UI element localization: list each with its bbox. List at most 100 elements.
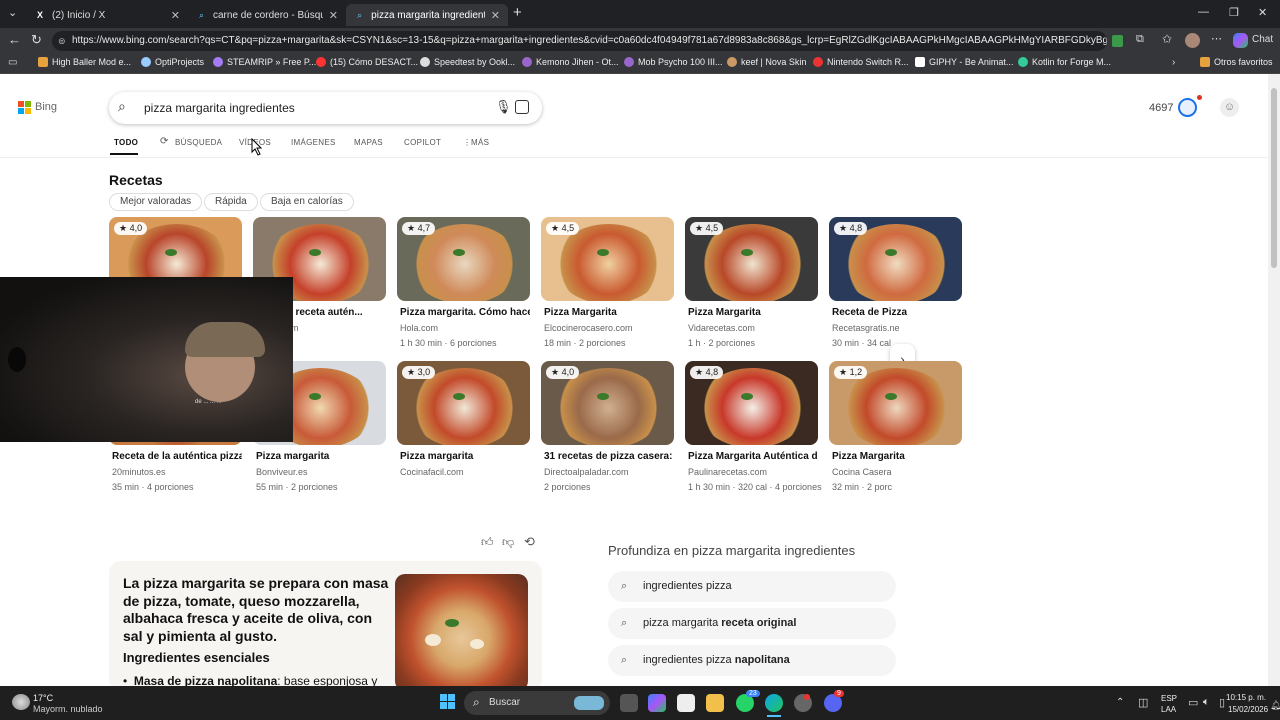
file-explorer-icon[interactable]: [706, 694, 724, 712]
recipe-card[interactable]: ★ 4,7 Pizza margarita. Cómo hace... Hola.c…: [397, 217, 530, 348]
recipe-image[interactable]: ★ 4,5: [541, 217, 674, 301]
tab-mas[interactable]: MÁS: [471, 138, 489, 147]
profile-avatar[interactable]: [1185, 33, 1200, 48]
new-tab-button[interactable]: +: [513, 4, 522, 21]
bookmark-item[interactable]: Mob Psycho 100 III...: [624, 57, 723, 67]
close-icon[interactable]: ✕: [171, 9, 180, 22]
shield-icon[interactable]: [1112, 35, 1123, 47]
search-box[interactable]: ⌕ pizza margarita ingredientes 🎙: [109, 92, 542, 124]
tab-mapas[interactable]: MAPAS: [354, 138, 383, 147]
close-icon[interactable]: ✕: [491, 9, 500, 22]
recipe-title[interactable]: Pizza margarita: [256, 451, 386, 462]
tab-imagenes[interactable]: IMÁGENES: [291, 138, 336, 147]
clock-date[interactable]: 15/02/2026: [1228, 705, 1268, 714]
refresh-icon[interactable]: ↻: [31, 32, 42, 48]
visual-search-icon[interactable]: [515, 100, 529, 114]
chevron-right-icon[interactable]: ›: [1172, 57, 1175, 68]
recipe-card[interactable]: ★ 4,8 Pizza Margarita Auténtica d... Pauli…: [685, 361, 822, 492]
copilot-icon[interactable]: [1233, 33, 1248, 48]
volume-icon[interactable]: 🔈︎: [1203, 696, 1210, 709]
extensions-icon[interactable]: ⧉: [1136, 33, 1144, 46]
tab-list-icon[interactable]: ⌄: [8, 6, 17, 19]
share-icon[interactable]: ⟲: [524, 534, 535, 550]
filter-chip-top-rated[interactable]: Mejor valoradas: [109, 193, 203, 211]
recipe-title[interactable]: Pizza margarita: [400, 451, 530, 462]
bookmark-item[interactable]: STEAMRIP » Free P...: [213, 57, 316, 67]
clock-time[interactable]: 10:15 p. m.: [1226, 693, 1266, 702]
recipe-card[interactable]: ★ 3,0 Pizza margarita Cocinafacil.com: [397, 361, 530, 482]
thumbs-down-icon[interactable]: 👎︎: [502, 535, 514, 550]
recipe-title[interactable]: Receta de Pizza: [832, 307, 962, 318]
recipe-title[interactable]: 31 recetas de pizza casera: ...: [544, 451, 674, 462]
bookmark-item[interactable]: Kotlin for Forge M...: [1018, 57, 1111, 67]
store-icon[interactable]: [677, 694, 695, 712]
rewards-trophy-icon[interactable]: [1178, 98, 1197, 117]
related-search-item[interactable]: ⌕ ingredientes pizza: [608, 571, 896, 602]
tab-todo[interactable]: TODO: [114, 138, 138, 147]
tray-app-icon[interactable]: ◫: [1138, 696, 1148, 709]
language-code[interactable]: ESP: [1161, 694, 1177, 703]
page-scrollbar[interactable]: [1268, 74, 1280, 686]
other-favorites[interactable]: Otros favoritos: [1200, 57, 1273, 67]
minimize-icon[interactable]: —: [1198, 6, 1209, 18]
answer-bullet-bold[interactable]: Masa de pizza napolitana: [134, 674, 277, 686]
recipe-title[interactable]: Pizza Margarita: [544, 307, 674, 318]
recipe-card[interactable]: ★ 1,2 Pizza Margarita Cocina Casera 32 min …: [829, 361, 962, 492]
recipe-image[interactable]: ★ 4,8: [829, 217, 962, 301]
bookmark-item[interactable]: Speedtest by Ookl...: [420, 57, 515, 67]
edge-icon[interactable]: [765, 694, 783, 712]
thumbs-up-icon[interactable]: 👍︎: [481, 535, 494, 550]
filter-chip-low-calorie[interactable]: Baja en calorías: [260, 193, 354, 211]
bookmark-item[interactable]: Nintendo Switch R...: [813, 57, 909, 67]
answer-pizza-image[interactable]: [395, 574, 528, 686]
collections-icon[interactable]: ▭: [8, 57, 17, 68]
recipe-image[interactable]: ★ 4,0: [541, 361, 674, 445]
scrollbar-thumb[interactable]: [1271, 88, 1277, 268]
bookmark-item[interactable]: High Baller Mod e...: [38, 57, 131, 67]
keyboard-layout[interactable]: LAA: [1161, 705, 1176, 714]
rewards-points[interactable]: 4697: [1149, 102, 1173, 114]
recipe-card[interactable]: ★ 4,5 Pizza Margarita Vidarecetas.com 1 h ·…: [685, 217, 818, 348]
windows-start-icon[interactable]: [440, 694, 456, 710]
recipe-image[interactable]: ★ 1,2: [829, 361, 962, 445]
tab-busqueda[interactable]: BÚSQUEDA: [175, 138, 222, 147]
maximize-icon[interactable]: ❐: [1229, 6, 1239, 19]
tab-pizza-search[interactable]: ⌕ pizza margarita ingredientes - Bús ✕: [346, 4, 508, 26]
weather-desc[interactable]: Mayorm. nublado: [33, 704, 103, 714]
bookmark-item[interactable]: keef | Nova Skin: [727, 57, 806, 67]
network-icon[interactable]: ▭: [1188, 696, 1198, 709]
recipe-image[interactable]: ★ 4,8: [685, 361, 818, 445]
favorites-icon[interactable]: ✩: [1162, 32, 1172, 46]
bookmark-item[interactable]: Kemono Jihen - Ot...: [522, 57, 619, 67]
battery-icon[interactable]: ▯: [1219, 696, 1225, 709]
chat-label[interactable]: Chat: [1252, 34, 1273, 45]
taskbar-search-box[interactable]: ⌕ Buscar: [464, 691, 610, 715]
weather-temp[interactable]: 17°C: [33, 693, 53, 703]
search-input[interactable]: pizza margarita ingredientes: [144, 101, 295, 115]
recipe-image[interactable]: ★ 3,0: [397, 361, 530, 445]
back-icon[interactable]: ←: [8, 32, 21, 47]
tab-images-search[interactable]: ⌕ carne de cordero - Búsqueda Imá ✕: [188, 4, 346, 26]
close-window-icon[interactable]: ✕: [1258, 6, 1267, 19]
url-field[interactable]: ⊜ https://www.bing.com/search?qs=CT&pq=p…: [52, 31, 1107, 51]
tray-chevron-icon[interactable]: ⌃: [1116, 697, 1124, 708]
task-view-icon[interactable]: [620, 694, 638, 712]
recipe-title[interactable]: Receta de la auténtica pizza ...: [112, 451, 242, 462]
recipe-title[interactable]: Pizza Margarita Auténtica d...: [688, 451, 818, 462]
recipe-image[interactable]: ★ 4,7: [397, 217, 530, 301]
weather-icon[interactable]: [12, 694, 30, 710]
copilot-taskbar-icon[interactable]: [648, 694, 666, 712]
recipe-title[interactable]: Pizza Margarita: [832, 451, 962, 462]
tab-twitter[interactable]: X (2) Inicio / X ✕: [26, 4, 188, 26]
recipe-title[interactable]: Pizza Margarita: [688, 307, 818, 318]
search-icon[interactable]: ⌕: [118, 98, 126, 115]
recipe-title[interactable]: Pizza margarita. Cómo hace...: [400, 307, 530, 318]
bookmark-item[interactable]: GIPHY - Be Animat...: [915, 57, 1013, 67]
recipe-image[interactable]: ★ 4,5: [685, 217, 818, 301]
user-account-icon[interactable]: ☺: [1220, 98, 1239, 117]
related-search-item[interactable]: ⌕ pizza margarita receta original: [608, 608, 896, 639]
notifications-icon[interactable]: 🔔︎: [1270, 700, 1280, 711]
bookmark-item[interactable]: OptiProjects: [141, 57, 204, 67]
recipe-card[interactable]: ★ 4,5 Pizza Margarita Elcocinerocasero.com…: [541, 217, 674, 348]
bookmark-item[interactable]: (15) Cómo DESACT...: [316, 57, 418, 67]
